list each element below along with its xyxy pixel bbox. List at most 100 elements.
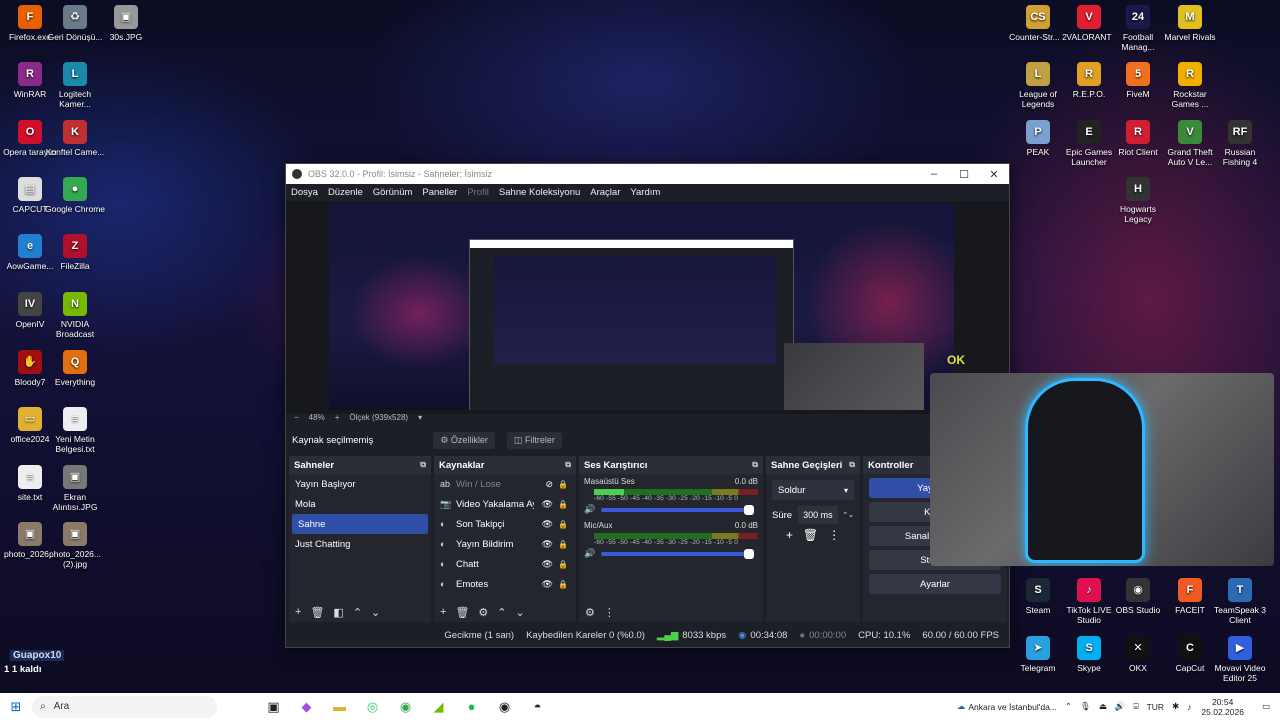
add-icon[interactable]: + <box>295 606 301 618</box>
menu-paneller[interactable]: Paneller <box>422 187 457 198</box>
desktop-icon[interactable]: Q Everything <box>45 350 105 387</box>
obs-preview[interactable]: OK − 48% + Ölçek (939x528) ▾ <box>286 201 1009 422</box>
trash-icon[interactable]: 🗑 <box>310 606 324 619</box>
weather-text[interactable]: Ankara ve İstanbul'da... <box>968 702 1057 712</box>
close-button[interactable]: ✕ <box>979 168 1009 181</box>
copilot-icon[interactable]: ◆ <box>290 699 323 715</box>
scale-label[interactable]: Ölçek (939x528) <box>349 413 408 422</box>
eye-icon[interactable]: 👁 <box>542 539 553 550</box>
undock-icon[interactable]: ⧉ <box>849 460 855 470</box>
gear-icon[interactable]: ⚙ <box>478 606 488 619</box>
source-item[interactable]: ab Win / Lose ⊘ 🔒 <box>434 474 576 494</box>
desktop-icon[interactable]: ≡ Yeni Metin Belgesi.txt <box>45 407 105 454</box>
menu-yardim[interactable]: Yardım <box>630 187 660 198</box>
preview-canvas[interactable] <box>329 203 954 410</box>
zoom-in-icon[interactable]: + <box>335 413 340 422</box>
eye-icon[interactable]: 👁 <box>542 519 553 530</box>
lock-icon[interactable]: 🔒 <box>558 480 568 489</box>
desktop-icon[interactable]: N NVIDIA Broadcast <box>45 292 105 339</box>
scene-item[interactable]: Sahne <box>292 514 428 534</box>
move-up-icon[interactable]: ⌃ <box>497 606 506 619</box>
menu-araclar[interactable]: Araçlar <box>590 187 620 198</box>
whatsapp-icon[interactable]: ◎ <box>356 699 389 715</box>
weather-icon[interactable]: ☁ <box>957 701 966 712</box>
scene-item[interactable]: Mola <box>289 494 431 514</box>
lock-icon[interactable]: 🔒 <box>558 560 568 569</box>
transition-select[interactable]: Soldur ▾ <box>772 480 854 500</box>
menu-sahne-koleksiyonu[interactable]: Sahne Koleksiyonu <box>499 187 580 198</box>
source-item[interactable]: ◐ Chatt 👁 🔒 <box>434 554 576 574</box>
lock-icon[interactable]: 🔒 <box>558 520 568 529</box>
menu-dosya[interactable]: Dosya <box>291 187 318 198</box>
task-view-icon[interactable]: ▣ <box>257 699 290 715</box>
desktop-icon[interactable]: L Logitech Kamer... <box>45 62 105 109</box>
scale-dropdown-icon[interactable]: ▾ <box>418 413 422 422</box>
zoom-out-icon[interactable]: − <box>294 413 299 422</box>
stepper-icon[interactable]: ⌃⌄ <box>842 511 854 519</box>
desktop-icon[interactable]: ▣ 30s.JPG <box>96 5 156 42</box>
scene-item[interactable]: Yayın Başlıyor <box>289 474 431 494</box>
eye-icon[interactable]: 👁 <box>542 499 553 510</box>
menu-duzenle[interactable]: Düzenle <box>328 187 363 198</box>
minimize-button[interactable]: – <box>919 168 949 181</box>
undock-icon[interactable]: ⧉ <box>752 460 758 470</box>
more-icon[interactable]: ⋮ <box>604 606 615 619</box>
volume-icon[interactable]: 🔊 <box>1115 701 1126 712</box>
scene-item[interactable]: Just Chatting <box>289 534 431 554</box>
chrome-icon[interactable]: ◉ <box>389 699 422 715</box>
desktop-icon[interactable]: T TeamSpeak 3 Client <box>1210 578 1270 625</box>
windows-start-icon[interactable]: ⊞ <box>0 699 32 715</box>
desktop-icon[interactable]: R Rockstar Games ... <box>1160 62 1220 109</box>
file-explorer-icon[interactable]: ▬ <box>323 699 356 715</box>
trash-icon[interactable]: 🗑 <box>455 606 469 619</box>
steam-icon[interactable]: ◓ <box>521 699 554 715</box>
desktop-icon[interactable]: ◉ OBS Studio <box>1108 578 1168 615</box>
desktop-icon[interactable]: RF Russian Fishing 4 <box>1210 120 1270 167</box>
lock-icon[interactable]: 🔒 <box>558 540 568 549</box>
desktop-icon[interactable]: ▣ Ekran Alıntısı.JPG <box>45 465 105 512</box>
notification-icon[interactable]: ▭ <box>1262 701 1270 712</box>
zoom-level[interactable]: 48% <box>309 413 325 422</box>
filters-button[interactable]: ◫ Filtreler <box>506 431 562 449</box>
desktop-icon[interactable]: R Riot Client <box>1108 120 1168 157</box>
desktop-icon[interactable]: ✕ OKX <box>1108 636 1168 673</box>
add-icon[interactable]: + <box>786 528 793 542</box>
undock-icon[interactable]: ⧉ <box>565 460 571 470</box>
volume-icon[interactable]: 🔊 <box>584 504 595 515</box>
taskbar-search[interactable]: ⌕ Ara <box>32 695 217 718</box>
chevron-up-icon[interactable]: ⌃ <box>1065 701 1072 712</box>
properties-button[interactable]: ⚙ Özellikler <box>433 431 495 449</box>
desktop-icon[interactable]: K Konftel Came... <box>45 120 105 157</box>
bluetooth-icon[interactable]: ✱ <box>1172 701 1179 712</box>
obs-taskbar-icon[interactable]: ◉ <box>488 699 521 715</box>
source-item[interactable]: ◐ Yayın Bildirim 👁 🔒 <box>434 534 576 554</box>
desktop-icon[interactable]: 24 Football Manag... <box>1108 5 1168 52</box>
move-up-icon[interactable]: ⌃ <box>353 606 362 619</box>
lock-icon[interactable]: 🔒 <box>558 580 568 589</box>
add-icon[interactable]: + <box>440 606 446 618</box>
desktop-icon[interactable]: ● Google Chrome <box>45 177 105 214</box>
undock-icon[interactable]: ⧉ <box>420 460 426 470</box>
lock-icon[interactable]: 🔒 <box>558 500 568 509</box>
volume-icon[interactable]: 🔊 <box>584 548 595 559</box>
desktop-icon[interactable]: Z FileZilla <box>45 234 105 271</box>
maximize-button[interactable]: ☐ <box>949 168 979 181</box>
volume-slider[interactable] <box>601 504 754 515</box>
desktop-icon[interactable]: 5 FiveM <box>1108 62 1168 99</box>
advanced-audio-icon[interactable]: ⚙ <box>585 606 595 619</box>
more-icon[interactable]: ⋮ <box>828 528 840 542</box>
trash-icon[interactable]: 🗑 <box>803 528 818 542</box>
desktop-icon[interactable]: ▶ Movavi Video Editor 25 <box>1210 636 1270 683</box>
filter-icon[interactable]: ◧ <box>333 606 343 619</box>
spotify-icon[interactable]: ● <box>455 699 488 715</box>
move-down-icon[interactable]: ⌄ <box>371 606 380 619</box>
move-down-icon[interactable]: ⌄ <box>516 606 525 619</box>
source-item[interactable]: ◐ Son Takipçi 👁 🔒 <box>434 514 576 534</box>
source-item[interactable]: ◐ Emotes 👁 🔒 <box>434 574 576 594</box>
menu-profil[interactable]: Profil <box>467 187 489 198</box>
desktop-icon[interactable]: M Marvel Rivals <box>1160 5 1220 42</box>
duration-input[interactable]: 300 ms <box>798 506 839 524</box>
taskbar-clock[interactable]: 20:54 25.02.2026 <box>1201 697 1244 717</box>
language-indicator[interactable]: TUR <box>1147 702 1164 712</box>
usb-icon[interactable]: ⏏ <box>1099 701 1107 712</box>
